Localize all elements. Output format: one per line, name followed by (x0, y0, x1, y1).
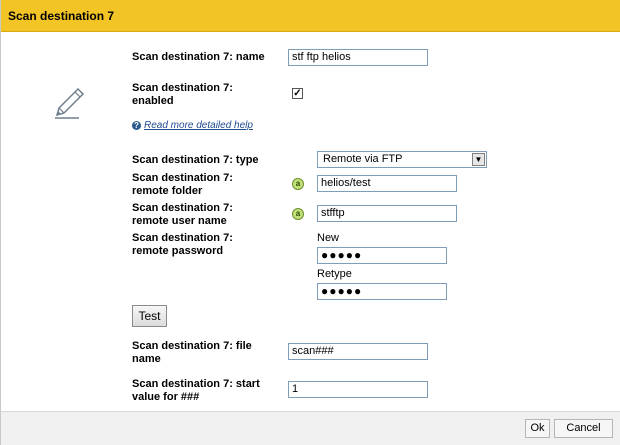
cancel-button[interactable]: Cancel (554, 419, 613, 438)
password-label-line1: Scan destination 7: (132, 232, 233, 244)
type-select-value: Remote via FTP (323, 153, 403, 165)
name-label: Scan destination 7: name (132, 51, 265, 63)
type-label: Scan destination 7: type (132, 154, 259, 166)
start-label-line1: Scan destination 7: start (132, 378, 260, 390)
name-input[interactable]: stf ftp helios (288, 49, 428, 66)
dialog-footer: Ok Cancel (1, 411, 620, 445)
user-label-line1: Scan destination 7: (132, 202, 233, 214)
user-label-line2: remote user name (132, 215, 227, 227)
file-label-line1: Scan destination 7: file (132, 340, 252, 352)
folder-label-line2: remote folder (132, 185, 203, 197)
password-label-line2: remote password (132, 245, 224, 257)
ok-button[interactable]: Ok (525, 419, 550, 438)
file-name-input[interactable]: scan### (288, 343, 428, 360)
remote-user-input[interactable]: stfftp (317, 205, 457, 222)
password-new-label: New (317, 232, 340, 244)
scan-destination-dialog: Scan destination 7 Scan destination 7: n… (0, 0, 620, 445)
chevron-down-icon[interactable]: ▼ (472, 153, 485, 166)
remote-folder-input[interactable]: helios/test (317, 175, 457, 192)
start-value-input[interactable]: 1 (288, 381, 428, 398)
type-select[interactable]: Remote via FTP ▼ (317, 151, 487, 168)
enabled-label-line2: enabled (132, 95, 174, 107)
enabled-label-line1: Scan destination 7: (132, 82, 233, 94)
help-icon: ? (132, 121, 141, 130)
password-retype-label: Retype (317, 268, 352, 280)
form-content: Scan destination 7: name stf ftp helios … (128, 32, 620, 411)
dialog-titlebar: Scan destination 7 (1, 0, 620, 32)
info-badge-icon: a (292, 208, 304, 220)
left-panel (1, 32, 128, 411)
folder-label-line1: Scan destination 7: (132, 172, 233, 184)
pencil-icon (55, 87, 85, 119)
test-button[interactable]: Test (132, 305, 167, 327)
file-label-line2: name (132, 353, 161, 365)
start-label-line2: value for ### (132, 391, 200, 403)
dialog-title: Scan destination 7 (8, 9, 115, 23)
info-badge-icon: a (292, 178, 304, 190)
password-new-input[interactable]: ●●●●● (317, 247, 447, 264)
help-link[interactable]: Read more detailed help (144, 120, 253, 131)
enabled-checkbox[interactable]: ✓ (292, 88, 303, 99)
password-retype-input[interactable]: ●●●●● (317, 283, 447, 300)
